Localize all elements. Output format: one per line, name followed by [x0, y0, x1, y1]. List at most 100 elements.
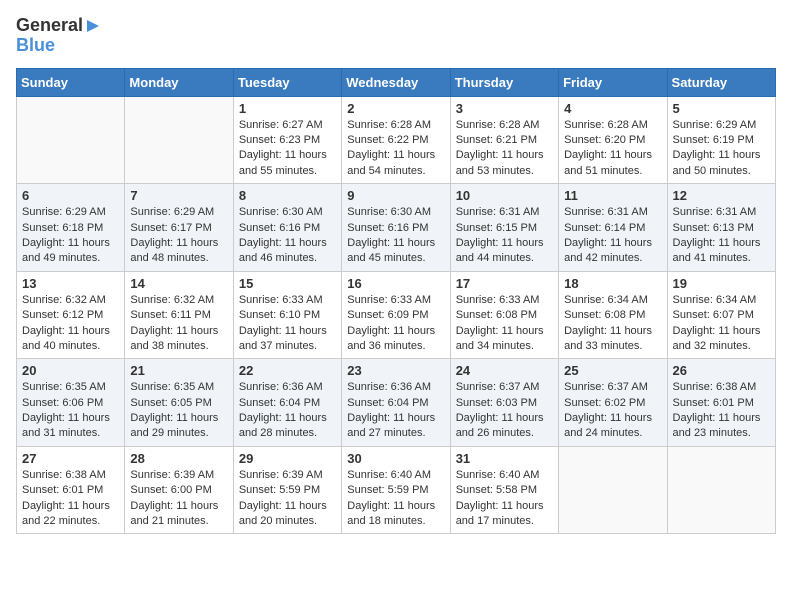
calendar-cell: 16 Sunrise: 6:33 AMSunset: 6:09 PMDayligh… — [342, 271, 450, 359]
weekday-header-thursday: Thursday — [450, 68, 558, 96]
calendar-cell: 15 Sunrise: 6:33 AMSunset: 6:10 PMDayligh… — [233, 271, 341, 359]
calendar-cell: 12 Sunrise: 6:31 AMSunset: 6:13 PMDayligh… — [667, 184, 775, 272]
logo-arrow-icon — [85, 18, 101, 34]
calendar-cell: 5Sunrise: 6:29 AMSunset: 6:19 PMDaylight… — [667, 96, 775, 184]
day-number: 13 — [22, 276, 119, 291]
day-info: Sunrise: 6:38 AMSunset: 6:01 PMDaylight:… — [22, 468, 119, 530]
day-info: Sunrise: 6:30 AMSunset: 6:16 PMDaylight:… — [239, 205, 336, 267]
day-number: 22 — [239, 363, 336, 378]
calendar-cell: 2Sunrise: 6:28 AMSunset: 6:22 PMDaylight… — [342, 96, 450, 184]
calendar-cell: 21 Sunrise: 6:35 AMSunset: 6:05 PMDayligh… — [125, 359, 233, 447]
calendar-cell: 17 Sunrise: 6:33 AMSunset: 6:08 PMDayligh… — [450, 271, 558, 359]
day-number: 8 — [239, 188, 336, 203]
calendar-cell: 27 Sunrise: 6:38 AMSunset: 6:01 PMDayligh… — [17, 446, 125, 534]
day-number: 5 — [673, 101, 770, 116]
day-info: Sunrise: 6:39 AMSunset: 5:59 PMDaylight:… — [239, 468, 336, 530]
day-info: Sunrise: 6:31 AMSunset: 6:15 PMDaylight:… — [456, 205, 553, 267]
day-info: Sunrise: 6:29 AMSunset: 6:17 PMDaylight:… — [130, 205, 227, 267]
day-number: 29 — [239, 451, 336, 466]
day-number: 15 — [239, 276, 336, 291]
calendar-cell: 3Sunrise: 6:28 AMSunset: 6:21 PMDaylight… — [450, 96, 558, 184]
calendar-week-row: 20 Sunrise: 6:35 AMSunset: 6:06 PMDayligh… — [17, 359, 776, 447]
calendar-table: SundayMondayTuesdayWednesdayThursdayFrid… — [16, 68, 776, 535]
calendar-cell: 6 Sunrise: 6:29 AMSunset: 6:18 PMDaylight… — [17, 184, 125, 272]
day-info: Sunrise: 6:30 AMSunset: 6:16 PMDaylight:… — [347, 205, 444, 267]
calendar-cell: 22 Sunrise: 6:36 AMSunset: 6:04 PMDayligh… — [233, 359, 341, 447]
day-number: 9 — [347, 188, 444, 203]
day-info: Sunrise: 6:31 AMSunset: 6:13 PMDaylight:… — [673, 205, 770, 267]
day-info: Sunrise: 6:32 AMSunset: 6:12 PMDaylight:… — [22, 293, 119, 355]
day-info: Sunrise: 6:36 AMSunset: 6:04 PMDaylight:… — [347, 380, 444, 442]
day-number: 18 — [564, 276, 661, 291]
day-info: Sunrise: 6:32 AMSunset: 6:11 PMDaylight:… — [130, 293, 227, 355]
calendar-cell: 29 Sunrise: 6:39 AMSunset: 5:59 PMDayligh… — [233, 446, 341, 534]
day-number: 1 — [239, 101, 336, 116]
day-number: 26 — [673, 363, 770, 378]
day-info: Sunrise: 6:36 AMSunset: 6:04 PMDaylight:… — [239, 380, 336, 442]
day-info: Sunrise: 6:35 AMSunset: 6:06 PMDaylight:… — [22, 380, 119, 442]
day-number: 20 — [22, 363, 119, 378]
weekday-header-saturday: Saturday — [667, 68, 775, 96]
day-number: 7 — [130, 188, 227, 203]
day-number: 17 — [456, 276, 553, 291]
day-number: 4 — [564, 101, 661, 116]
calendar-cell: 24Sunrise: 6:37 AMSunset: 6:03 PMDayligh… — [450, 359, 558, 447]
day-info: Sunrise: 6:33 AMSunset: 6:09 PMDaylight:… — [347, 293, 444, 355]
day-number: 12 — [673, 188, 770, 203]
day-info: Sunrise: 6:33 AMSunset: 6:10 PMDaylight:… — [239, 293, 336, 355]
calendar-cell: 7 Sunrise: 6:29 AMSunset: 6:17 PMDaylight… — [125, 184, 233, 272]
calendar-cell — [125, 96, 233, 184]
calendar-cell — [667, 446, 775, 534]
calendar-cell: 8 Sunrise: 6:30 AMSunset: 6:16 PMDaylight… — [233, 184, 341, 272]
calendar-cell: 9 Sunrise: 6:30 AMSunset: 6:16 PMDaylight… — [342, 184, 450, 272]
day-info: Sunrise: 6:27 AMSunset: 6:23 PMDaylight:… — [239, 118, 336, 180]
day-number: 16 — [347, 276, 444, 291]
calendar-cell: 28Sunrise: 6:39 AMSunset: 6:00 PMDayligh… — [125, 446, 233, 534]
calendar-week-row: 1 Sunrise: 6:27 AMSunset: 6:23 PMDaylight… — [17, 96, 776, 184]
calendar-cell: 30 Sunrise: 6:40 AMSunset: 5:59 PMDayligh… — [342, 446, 450, 534]
calendar-cell: 13 Sunrise: 6:32 AMSunset: 6:12 PMDayligh… — [17, 271, 125, 359]
calendar-cell: 4 Sunrise: 6:28 AMSunset: 6:20 PMDaylight… — [559, 96, 667, 184]
day-number: 24 — [456, 363, 553, 378]
day-number: 10 — [456, 188, 553, 203]
weekday-header-wednesday: Wednesday — [342, 68, 450, 96]
day-number: 11 — [564, 188, 661, 203]
calendar-cell: 14 Sunrise: 6:32 AMSunset: 6:11 PMDayligh… — [125, 271, 233, 359]
day-number: 31 — [456, 451, 553, 466]
calendar-cell: 19 Sunrise: 6:34 AMSunset: 6:07 PMDayligh… — [667, 271, 775, 359]
weekday-header-sunday: Sunday — [17, 68, 125, 96]
day-info: Sunrise: 6:28 AMSunset: 6:22 PMDaylight:… — [347, 118, 444, 180]
day-number: 14 — [130, 276, 227, 291]
day-info: Sunrise: 6:29 AMSunset: 6:18 PMDaylight:… — [22, 205, 119, 267]
day-info: Sunrise: 6:37 AMSunset: 6:02 PMDaylight:… — [564, 380, 661, 442]
day-number: 19 — [673, 276, 770, 291]
day-number: 6 — [22, 188, 119, 203]
day-info: Sunrise: 6:28 AMSunset: 6:21 PMDaylight:… — [456, 118, 553, 180]
day-number: 30 — [347, 451, 444, 466]
day-number: 27 — [22, 451, 119, 466]
day-info: Sunrise: 6:31 AMSunset: 6:14 PMDaylight:… — [564, 205, 661, 267]
calendar-cell: 25 Sunrise: 6:37 AMSunset: 6:02 PMDayligh… — [559, 359, 667, 447]
day-info: Sunrise: 6:28 AMSunset: 6:20 PMDaylight:… — [564, 118, 661, 180]
weekday-header-friday: Friday — [559, 68, 667, 96]
day-number: 23 — [347, 363, 444, 378]
logo-text-general: General — [16, 16, 83, 36]
calendar-cell: 1 Sunrise: 6:27 AMSunset: 6:23 PMDaylight… — [233, 96, 341, 184]
calendar-cell: 18 Sunrise: 6:34 AMSunset: 6:08 PMDayligh… — [559, 271, 667, 359]
day-number: 25 — [564, 363, 661, 378]
calendar-cell: 23 Sunrise: 6:36 AMSunset: 6:04 PMDayligh… — [342, 359, 450, 447]
day-info: Sunrise: 6:33 AMSunset: 6:08 PMDaylight:… — [456, 293, 553, 355]
weekday-header-row: SundayMondayTuesdayWednesdayThursdayFrid… — [17, 68, 776, 96]
calendar-cell — [17, 96, 125, 184]
calendar-cell: 31Sunrise: 6:40 AMSunset: 5:58 PMDayligh… — [450, 446, 558, 534]
day-info: Sunrise: 6:35 AMSunset: 6:05 PMDaylight:… — [130, 380, 227, 442]
page-header: General Blue — [16, 16, 776, 56]
day-info: Sunrise: 6:34 AMSunset: 6:08 PMDaylight:… — [564, 293, 661, 355]
calendar-cell: 11 Sunrise: 6:31 AMSunset: 6:14 PMDayligh… — [559, 184, 667, 272]
day-info: Sunrise: 6:34 AMSunset: 6:07 PMDaylight:… — [673, 293, 770, 355]
logo: General Blue — [16, 16, 101, 56]
day-info: Sunrise: 6:40 AMSunset: 5:59 PMDaylight:… — [347, 468, 444, 530]
weekday-header-monday: Monday — [125, 68, 233, 96]
day-number: 21 — [130, 363, 227, 378]
day-number: 28 — [130, 451, 227, 466]
